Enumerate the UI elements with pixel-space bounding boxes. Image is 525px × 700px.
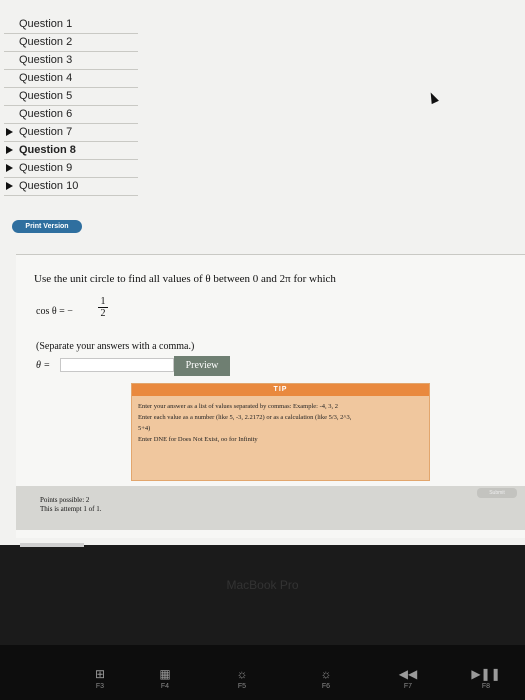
rewind-key[interactable]: ◀◀ F7 (378, 645, 438, 700)
tip-line: Enter DNE for Does Not Exist, oo for Inf… (138, 436, 258, 443)
sidebar-item-question-6[interactable]: Question 6 (4, 106, 138, 124)
play-pause-key[interactable]: ▶❚❚ F8 (456, 645, 516, 700)
brightness-up-icon: ☼ (320, 667, 332, 681)
keyboard-brightness-down-key[interactable]: ☼ F5 (212, 645, 272, 700)
tip-line: Enter your answer as a list of values se… (138, 403, 338, 410)
mission-control-key[interactable]: ⊞ F3 (70, 645, 130, 700)
sidebar-item-question-8[interactable]: Question 8 (4, 142, 138, 160)
equation-lhs: cos θ = − (36, 306, 73, 317)
sidebar-item-question-2[interactable]: Question 2 (4, 34, 138, 52)
taskbar-highlight (20, 543, 84, 547)
keyboard-brightness-up-key[interactable]: ☼ F6 (296, 645, 356, 700)
touch-bar: ⊞ F3 ▦ F4 ☼ F5 ☼ F6 ◀◀ F7 ▶❚❚ F8 (0, 645, 525, 700)
question-label: Question 5 (19, 90, 73, 102)
sidebar-item-question-4[interactable]: Question 4 (4, 70, 138, 88)
question-panel: Use the unit circle to find all values o… (16, 254, 525, 538)
print-version-button[interactable]: Print Version (12, 220, 82, 233)
mouse-cursor-icon (427, 90, 439, 105)
device-brand: MacBook Pro (226, 578, 299, 592)
question-label: Question 4 (19, 72, 73, 84)
question-prompt: Use the unit circle to find all values o… (34, 273, 336, 285)
preview-button[interactable]: Preview (174, 356, 230, 376)
submit-button[interactable]: Submit (477, 488, 517, 498)
arrow-right-icon (6, 182, 13, 190)
question-sidebar: Question 1 Question 2 Question 3 Questio… (4, 16, 138, 196)
points-panel: Points possible: 2 This is attempt 1 of … (16, 486, 525, 530)
tip-box: TIP Enter your answer as a list of value… (131, 383, 430, 481)
fraction: 1 2 (98, 296, 108, 319)
key-label: F7 (403, 683, 413, 690)
question-label: Question 9 (19, 162, 73, 174)
answer-instructions: (Separate your answers with a comma.) (36, 341, 195, 352)
question-label: Question 10 (19, 180, 79, 192)
question-label: Question 8 (19, 144, 76, 156)
sidebar-item-question-3[interactable]: Question 3 (4, 52, 138, 70)
key-label: F6 (321, 683, 331, 690)
sidebar-item-question-9[interactable]: Question 9 (4, 160, 138, 178)
arrow-right-icon (6, 146, 13, 154)
points-possible: Points possible: 2 (40, 496, 90, 504)
sidebar-item-question-7[interactable]: Question 7 (4, 124, 138, 142)
play-pause-icon: ▶❚❚ (471, 667, 501, 681)
question-label: Question 7 (19, 126, 73, 138)
fraction-denominator: 2 (100, 308, 106, 319)
tip-line: 5+4) (138, 425, 151, 432)
sidebar-item-question-10[interactable]: Question 10 (4, 178, 138, 196)
question-label: Question 6 (19, 108, 73, 120)
key-label: F5 (237, 683, 247, 690)
question-label: Question 2 (19, 36, 73, 48)
sidebar-item-question-1[interactable]: Question 1 (4, 16, 138, 34)
question-label: Question 1 (19, 18, 73, 30)
screen: Question 1 Question 2 Question 3 Questio… (0, 0, 525, 545)
laptop-bezel: MacBook Pro (0, 543, 525, 645)
arrow-right-icon (6, 164, 13, 172)
key-label: F3 (95, 683, 105, 690)
arrow-right-icon (6, 128, 13, 136)
launchpad-key[interactable]: ▦ F4 (135, 645, 195, 700)
answer-input[interactable] (60, 358, 174, 372)
question-label: Question 3 (19, 54, 73, 66)
sidebar-item-question-5[interactable]: Question 5 (4, 88, 138, 106)
brightness-down-icon: ☼ (236, 667, 248, 681)
tip-header: TIP (132, 384, 429, 396)
launchpad-icon: ▦ (159, 667, 171, 681)
answer-label: θ = (36, 360, 51, 371)
key-label: F8 (481, 683, 491, 690)
fraction-numerator: 1 (98, 296, 108, 308)
key-label: F4 (160, 683, 170, 690)
points-info: Points possible: 2 This is attempt 1 of … (40, 496, 101, 514)
rewind-icon: ◀◀ (398, 667, 418, 681)
tip-line: Enter each value as a number (like 5, -3… (138, 414, 352, 421)
mission-control-icon: ⊞ (94, 667, 106, 681)
attempt-count: This is attempt 1 of 1. (40, 505, 102, 513)
